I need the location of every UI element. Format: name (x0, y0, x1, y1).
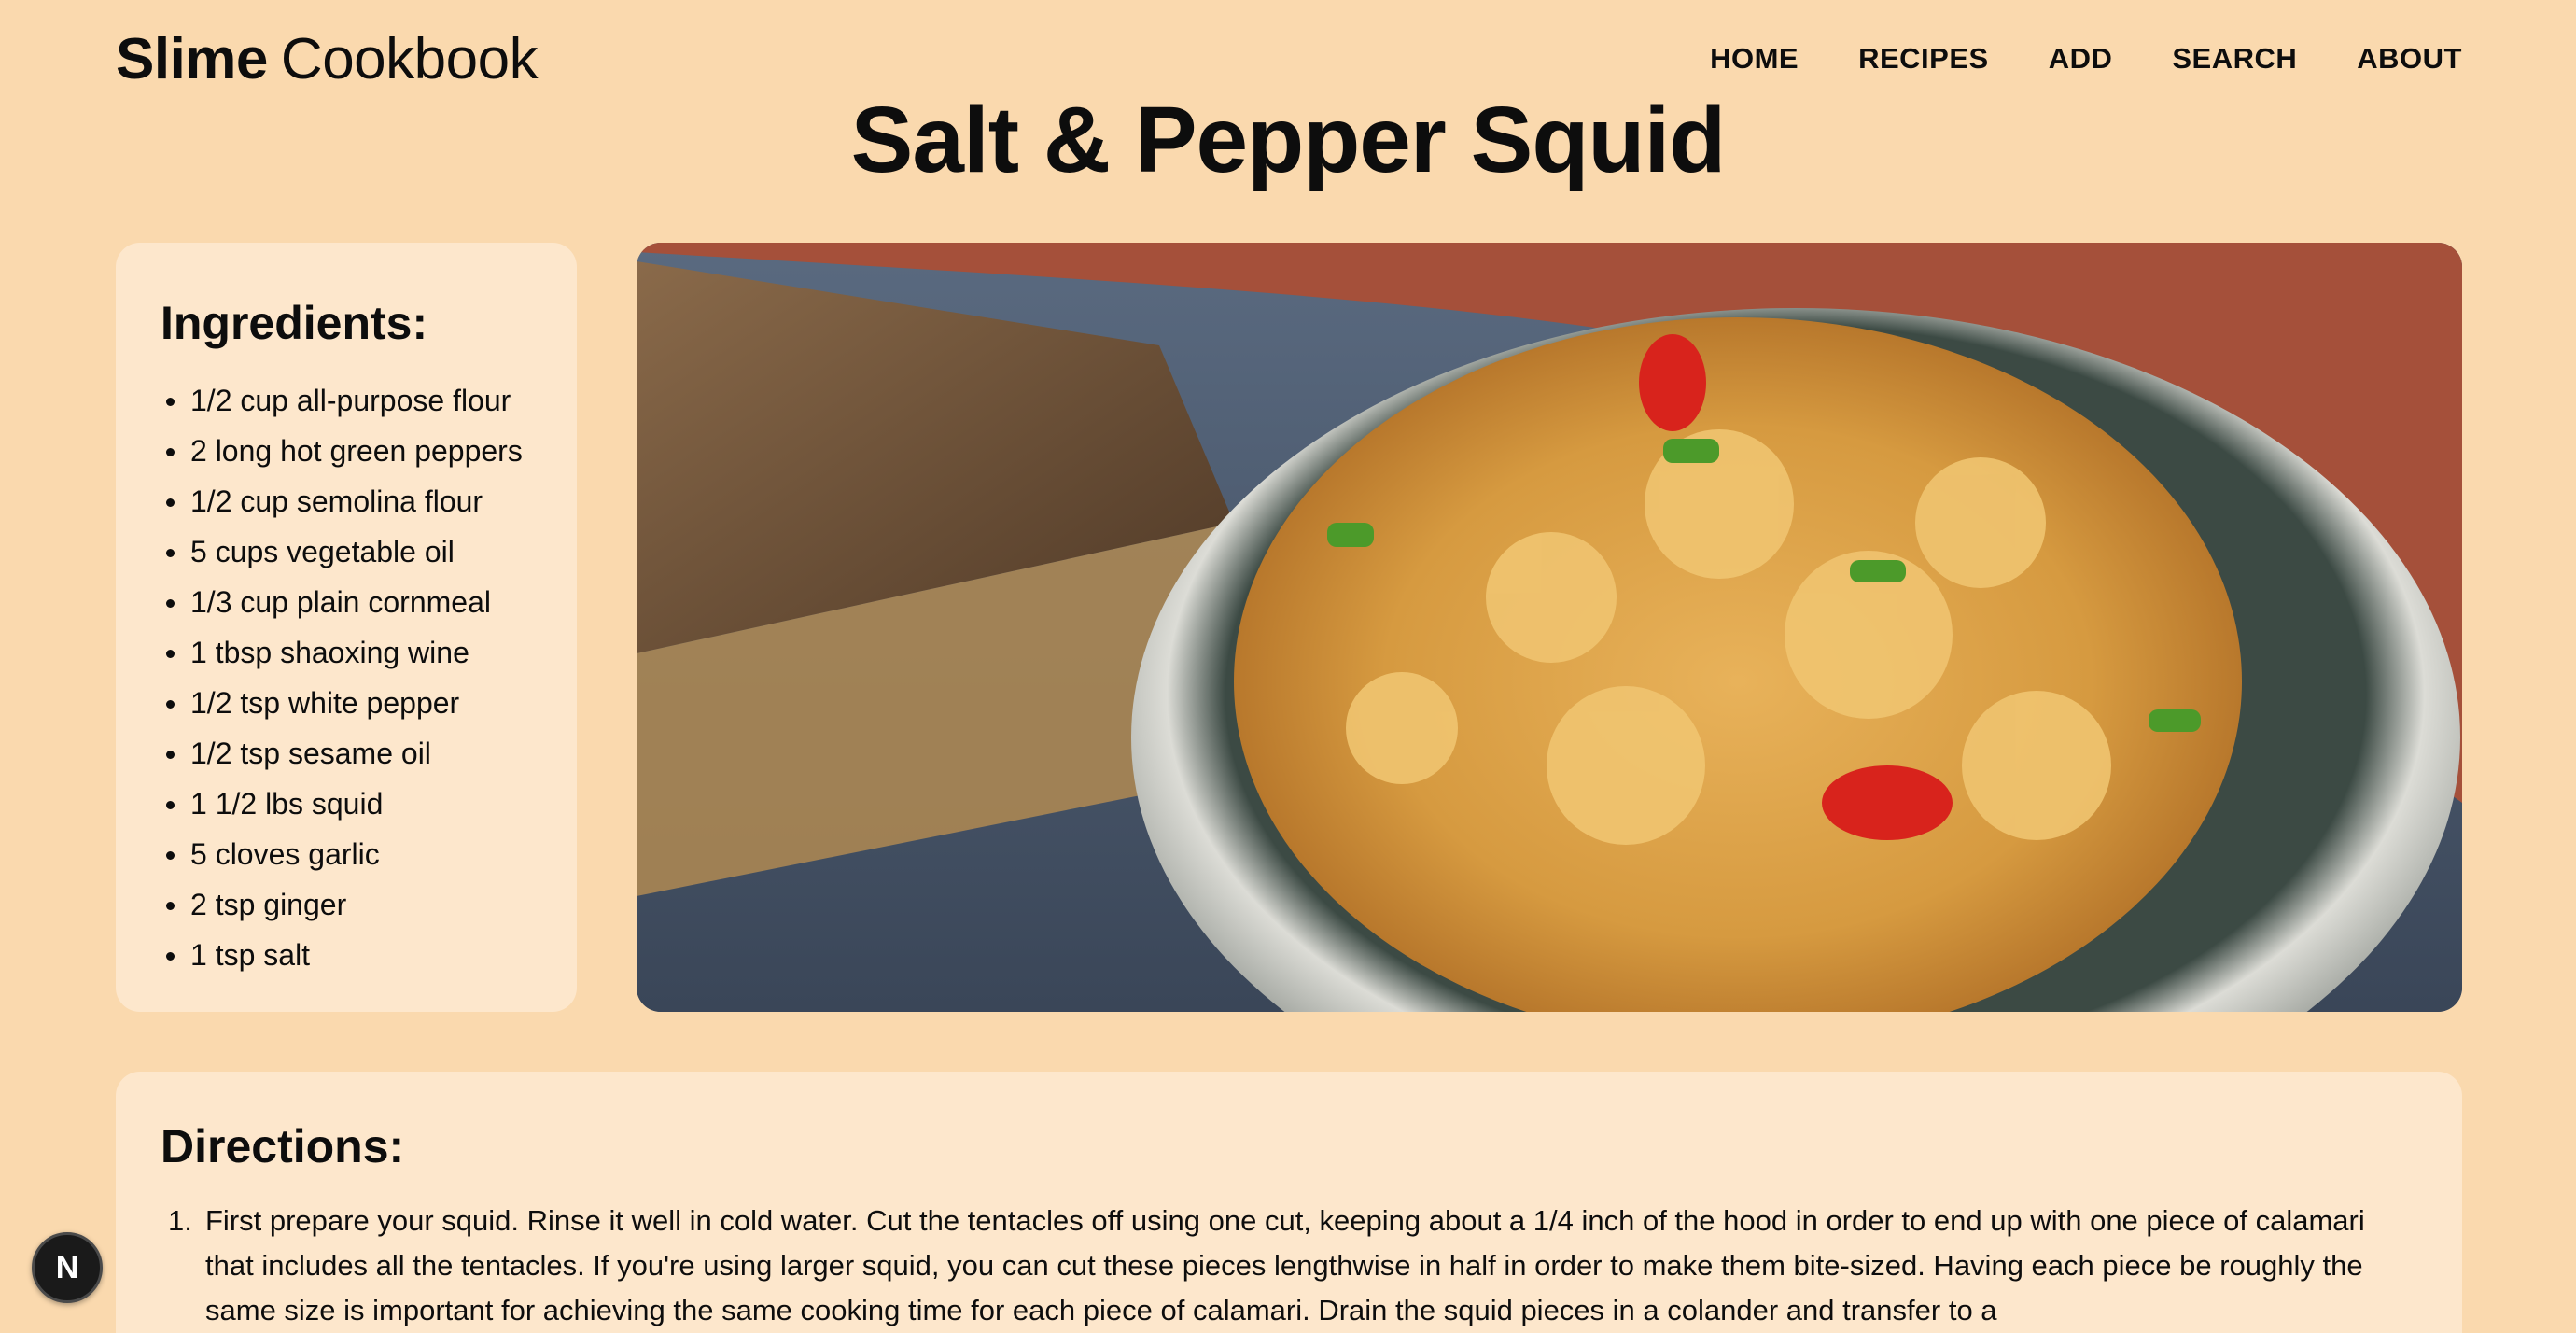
recipe-photo (637, 243, 2462, 1012)
nav-recipes[interactable]: RECIPES (1858, 37, 1989, 80)
nav-add[interactable]: ADD (2049, 37, 2113, 80)
logo-brand-light: Cookbook (280, 27, 539, 91)
nav-home[interactable]: HOME (1710, 37, 1799, 80)
ingredient-item: 1 tsp salt (161, 930, 577, 980)
ingredients-card: Ingredients: 1/2 cup all-purpose flour 2… (116, 243, 577, 1012)
ingredient-item: 1 1/2 lbs squid (161, 779, 577, 829)
ingredient-item: 5 cloves garlic (161, 829, 577, 879)
ingredient-item: 1 tbsp shaoxing wine (161, 627, 577, 678)
directions-list: 1. First prepare your squid. Rinse it we… (161, 1199, 2397, 1333)
direction-step: 1. First prepare your squid. Rinse it we… (161, 1199, 2397, 1333)
ingredient-item: 2 tsp ginger (161, 879, 577, 930)
ingredient-item: 2 long hot green peppers (161, 426, 577, 476)
ingredient-item: 1/2 cup all-purpose flour (161, 375, 577, 426)
nav-search[interactable]: SEARCH (2172, 37, 2297, 80)
next-dev-tools-button[interactable]: N (32, 1232, 103, 1303)
ingredients-list: 1/2 cup all-purpose flour 2 long hot gre… (161, 375, 577, 980)
ingredient-item: 1/2 tsp sesame oil (161, 728, 577, 779)
ingredient-item: 1/3 cup plain cornmeal (161, 577, 577, 627)
directions-card: Directions: 1. First prepare your squid.… (116, 1072, 2462, 1333)
main-nav: HOME RECIPES ADD SEARCH ABOUT (1710, 37, 2462, 80)
ingredient-item: 5 cups vegetable oil (161, 526, 577, 577)
direction-step-text: First prepare your squid. Rinse it well … (205, 1204, 2365, 1326)
direction-step-number: 1. (168, 1204, 192, 1237)
recipe-page: Slime Cookbook HOME RECIPES ADD SEARCH AB… (0, 0, 2576, 1333)
directions-heading: Directions: (161, 1120, 405, 1172)
nav-about[interactable]: ABOUT (2357, 37, 2462, 80)
ingredient-item: 1/2 tsp white pepper (161, 678, 577, 728)
recipe-photo-illustration (637, 243, 2462, 1012)
ingredient-item: 1/2 cup semolina flour (161, 476, 577, 526)
logo-brand-strong: Slime (116, 27, 268, 91)
ingredients-heading: Ingredients: (161, 297, 428, 349)
recipe-title: Salt & Pepper Squid (850, 88, 1727, 192)
